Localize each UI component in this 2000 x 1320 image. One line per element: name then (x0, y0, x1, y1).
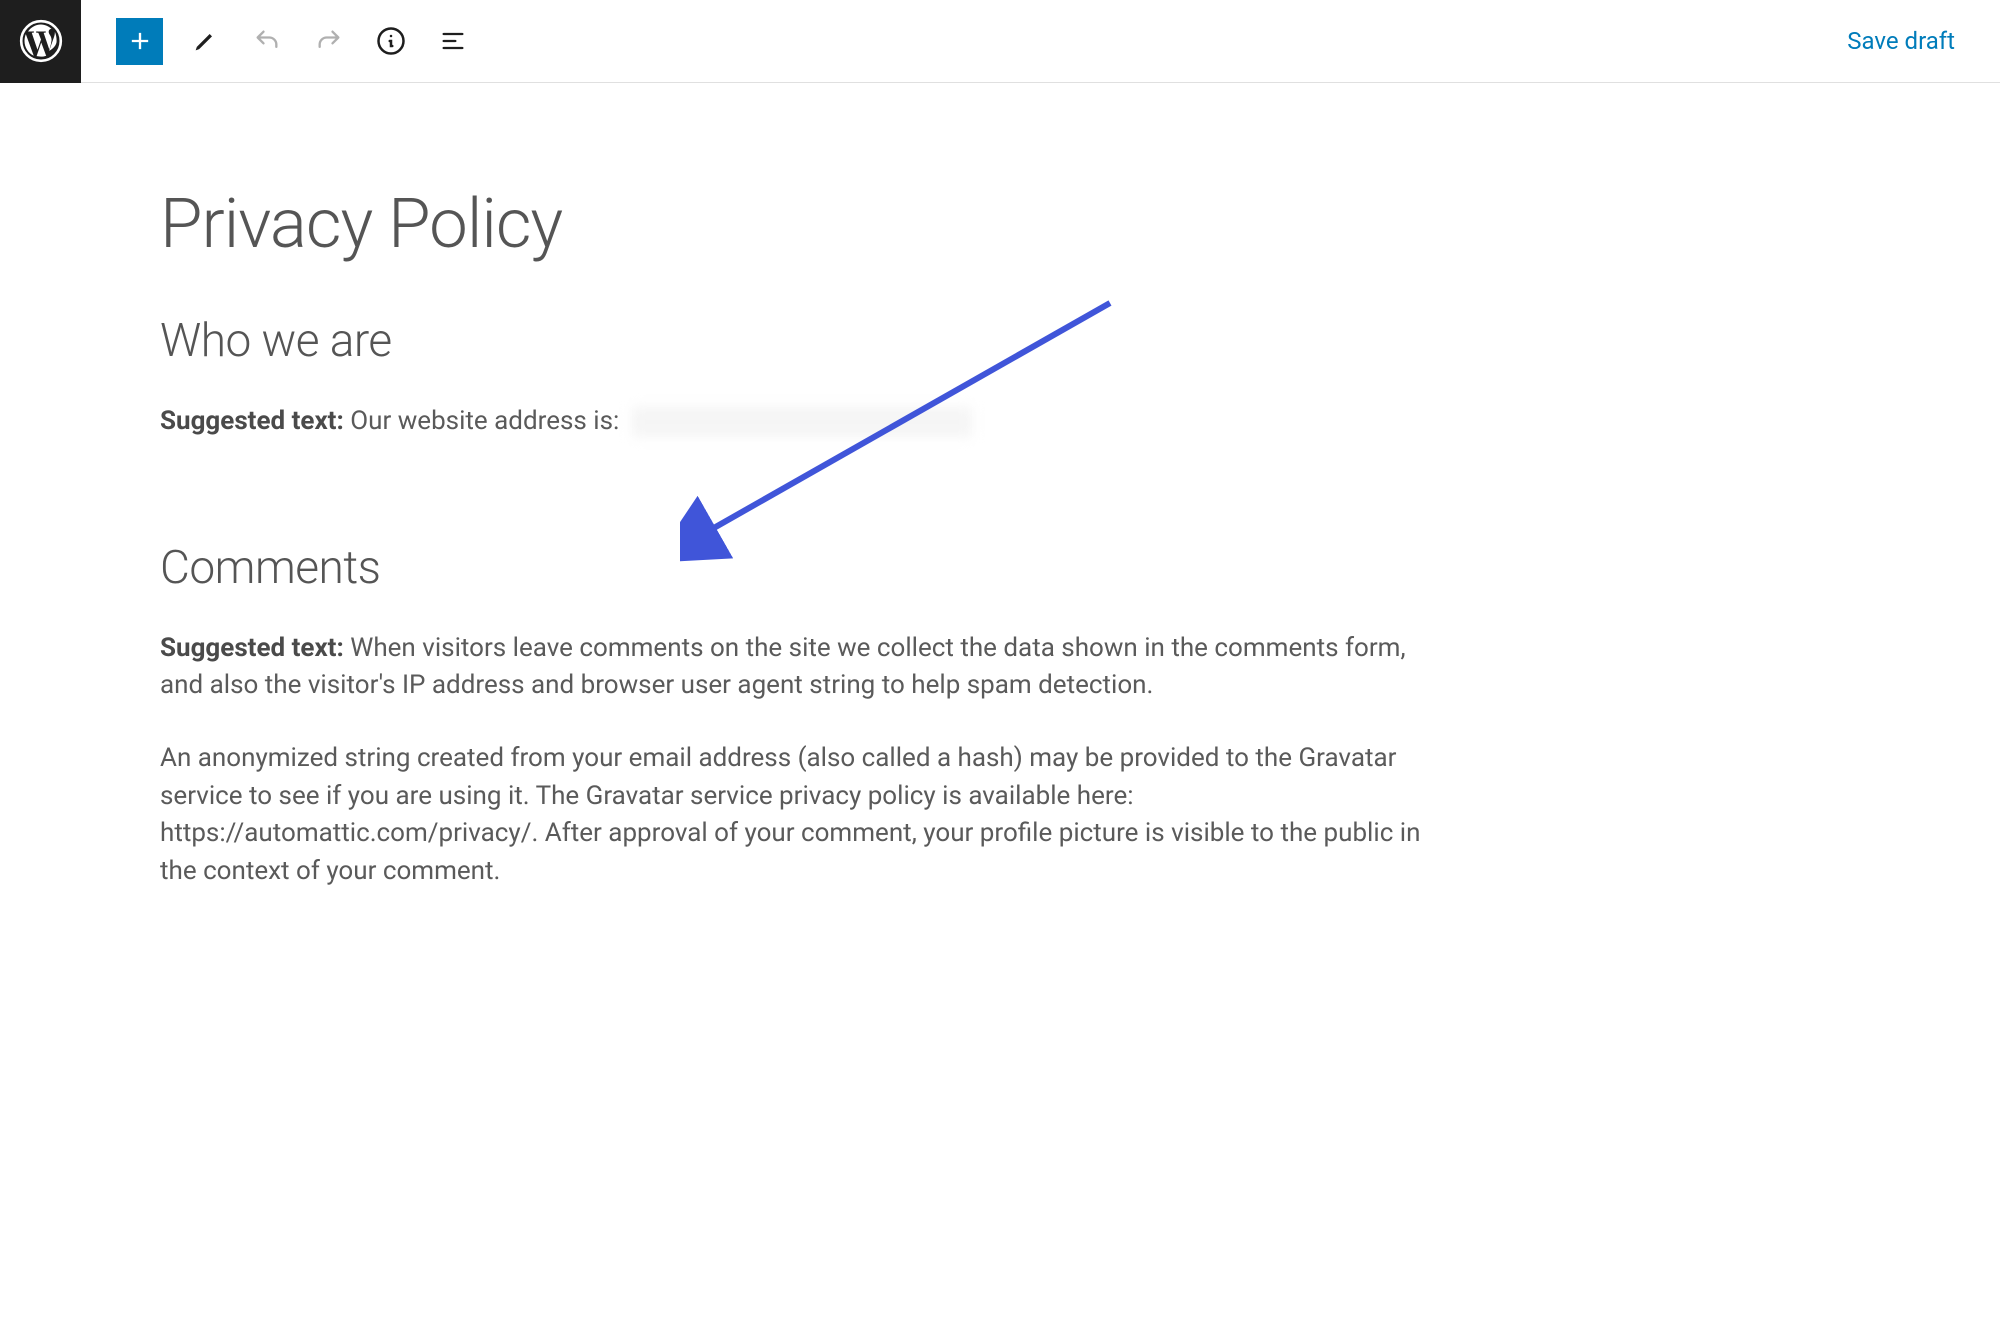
page-title[interactable]: Privacy Policy (160, 183, 1440, 264)
suggested-text-label: Suggested text: (160, 406, 344, 436)
editor-toolbar (81, 18, 1847, 65)
who-we-are-body: Our website address is: (344, 406, 620, 436)
comments-body-1: When visitors leave comments on the site… (160, 633, 1406, 701)
redacted-website-address (632, 407, 972, 437)
list-outline-icon (439, 27, 467, 55)
wordpress-logo-button[interactable] (0, 0, 81, 83)
undo-button[interactable] (247, 21, 287, 61)
undo-icon (253, 27, 281, 55)
top-right-actions: Save draft (1847, 27, 2000, 55)
comments-suggested-text[interactable]: Suggested text: When visitors leave comm… (160, 630, 1440, 705)
redo-button[interactable] (309, 21, 349, 61)
section-heading-comments[interactable]: Comments (160, 541, 1440, 595)
info-icon (376, 26, 406, 56)
wordpress-icon (19, 19, 63, 63)
editor-content-area[interactable]: Privacy Policy Who we are Suggested text… (0, 83, 1600, 891)
who-we-are-suggested-text[interactable]: Suggested text: Our website address is: (160, 403, 1440, 441)
edit-mode-button[interactable] (185, 21, 225, 61)
add-block-button[interactable] (116, 18, 163, 65)
section-heading-who-we-are[interactable]: Who we are (160, 314, 1440, 368)
comments-paragraph-2[interactable]: An anonymized string created from your e… (160, 740, 1440, 891)
suggested-text-label: Suggested text: (160, 633, 344, 663)
plus-icon (126, 27, 154, 55)
save-draft-button[interactable]: Save draft (1847, 27, 1955, 55)
redo-icon (315, 27, 343, 55)
pencil-icon (191, 27, 219, 55)
editor-top-bar: Save draft (0, 0, 2000, 83)
info-button[interactable] (371, 21, 411, 61)
outline-button[interactable] (433, 21, 473, 61)
